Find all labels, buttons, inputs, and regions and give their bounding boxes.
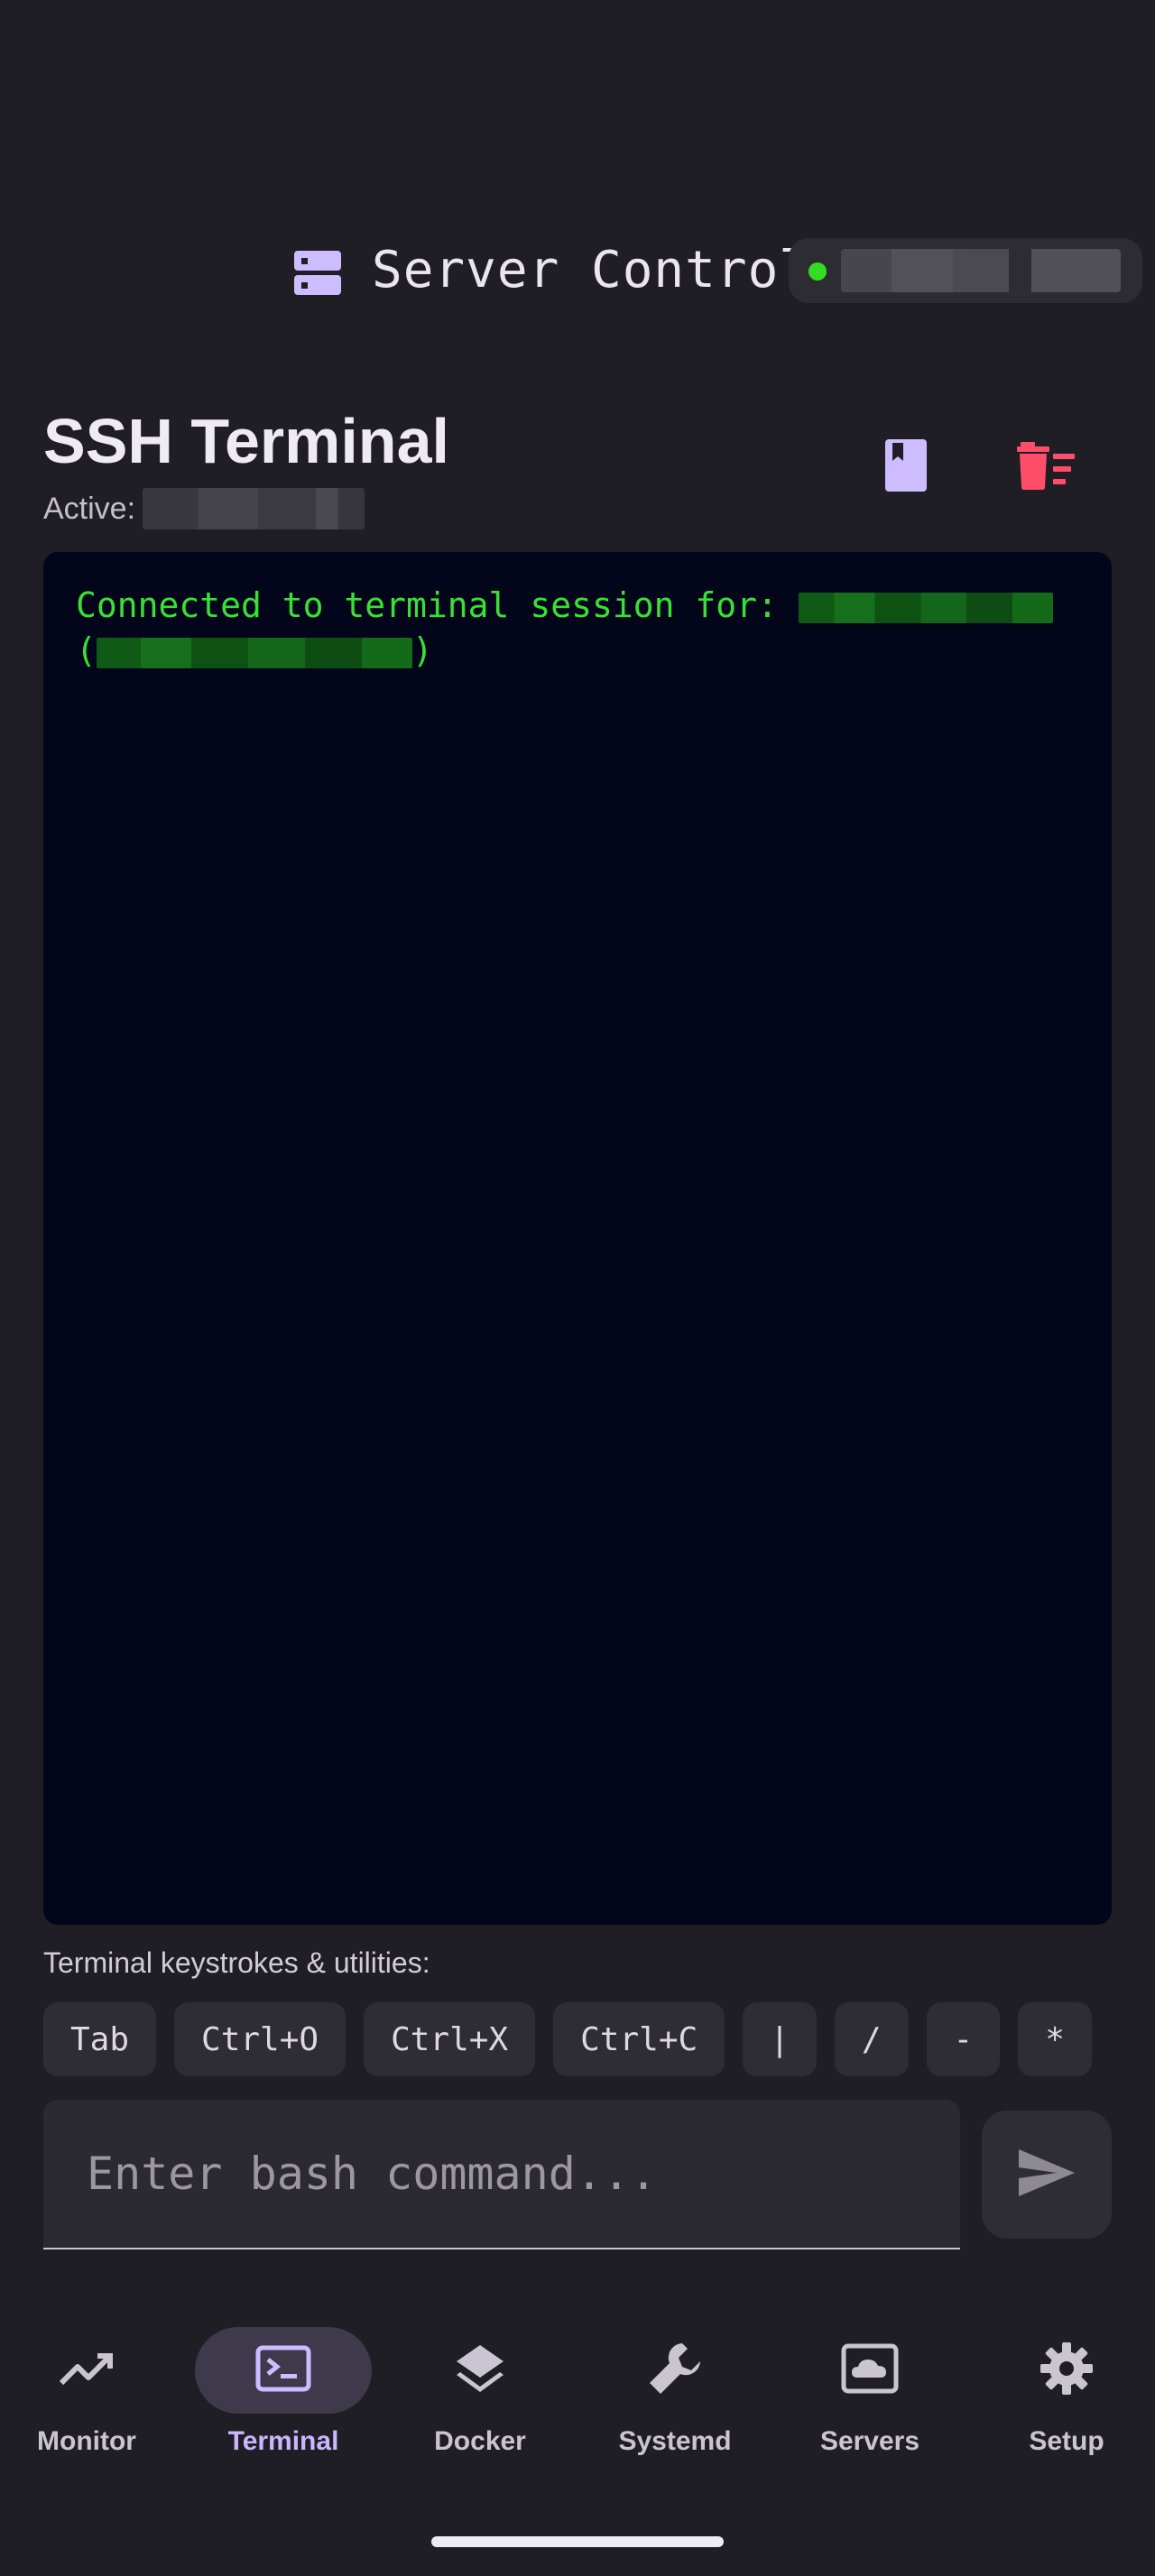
active-session-row: Active: redacted-host	[43, 483, 365, 534]
key-tab-chip[interactable]: Tab	[43, 2002, 157, 2076]
nav-item-setup[interactable]: Setup	[976, 2309, 1155, 2480]
terminal-server-address-redacted: redacted-address	[96, 637, 412, 668]
bookmark-button[interactable]	[866, 428, 946, 507]
active-host-redacted: redacted-host	[143, 488, 365, 529]
trending-up-icon	[58, 2349, 116, 2393]
top-bar: Server Control redacted-host	[0, 216, 1155, 325]
nav-item-terminal[interactable]: Terminal	[193, 2309, 374, 2480]
key-asterisk-chip[interactable]: *	[1018, 2002, 1092, 2076]
app-title: Server Control	[372, 241, 811, 299]
bottom-navigation: Monitor Terminal Docker Systemd Servers …	[0, 2309, 1155, 2480]
nav-pill	[978, 2327, 1155, 2414]
active-label: Active:	[43, 491, 136, 526]
utilities-label: Terminal keystrokes & utilities:	[43, 1946, 430, 1979]
command-input[interactable]	[43, 2100, 960, 2249]
terminal-line: Connected to terminal session for: redac…	[76, 583, 1079, 628]
nav-label-terminal: Terminal	[227, 2426, 339, 2456]
keystroke-chips: Tab Ctrl+O Ctrl+X Ctrl+C | / - *	[43, 2002, 1112, 2076]
nav-pill	[587, 2327, 763, 2414]
paren-open: (	[76, 630, 97, 670]
nav-item-systemd[interactable]: Systemd	[585, 2309, 765, 2480]
key-ctrl-c-chip[interactable]: Ctrl+C	[553, 2002, 725, 2076]
connection-host-redacted: redacted-host	[841, 249, 1121, 292]
page-title: SSH Terminal	[43, 406, 449, 476]
wrench-icon	[646, 2340, 704, 2402]
nav-pill	[0, 2327, 175, 2414]
nav-item-monitor[interactable]: Monitor	[0, 2309, 177, 2480]
nav-pill	[195, 2327, 372, 2414]
nav-label-docker: Docker	[434, 2426, 526, 2456]
delete-sweep-icon	[1017, 440, 1076, 495]
key-slash-chip[interactable]: /	[834, 2002, 909, 2076]
app-root: Server Control redacted-host SSH Termina…	[0, 0, 1155, 2576]
nav-label-setup: Setup	[1029, 2426, 1104, 2456]
send-icon	[1017, 2148, 1076, 2203]
key-ctrl-o-chip[interactable]: Ctrl+O	[174, 2002, 346, 2076]
key-dash-chip[interactable]: -	[926, 2002, 1001, 2076]
nav-item-docker[interactable]: Docker	[390, 2309, 570, 2480]
terminal-server-name-redacted: redacted-server	[798, 592, 1053, 623]
bookmark-icon	[883, 437, 929, 498]
cloud-box-icon	[841, 2343, 899, 2398]
nav-label-servers: Servers	[819, 2426, 920, 2456]
terminal-line: (redacted-address)	[76, 628, 1079, 673]
layers-icon	[453, 2341, 507, 2400]
gear-icon	[1039, 2341, 1095, 2401]
nav-pill	[781, 2327, 958, 2414]
terminal-icon	[255, 2345, 311, 2397]
key-pipe-chip[interactable]: |	[743, 2002, 817, 2076]
nav-pill	[392, 2327, 568, 2414]
terminal-output[interactable]: Connected to terminal session for: redac…	[43, 552, 1112, 1925]
key-ctrl-x-chip[interactable]: Ctrl+X	[364, 2002, 536, 2076]
nav-item-servers[interactable]: Servers	[780, 2309, 960, 2480]
connection-pill[interactable]: redacted-host	[789, 238, 1142, 303]
server-icon	[291, 245, 345, 299]
paren-close: )	[411, 630, 433, 670]
connection-status-dot	[808, 262, 827, 281]
nav-label-monitor: Monitor	[37, 2426, 136, 2456]
clear-terminal-button[interactable]	[1007, 428, 1086, 507]
terminal-connected-text: Connected to terminal session for:	[76, 585, 799, 625]
home-indicator[interactable]	[431, 2536, 724, 2547]
send-button[interactable]	[982, 2111, 1112, 2239]
nav-label-systemd: Systemd	[618, 2426, 732, 2456]
